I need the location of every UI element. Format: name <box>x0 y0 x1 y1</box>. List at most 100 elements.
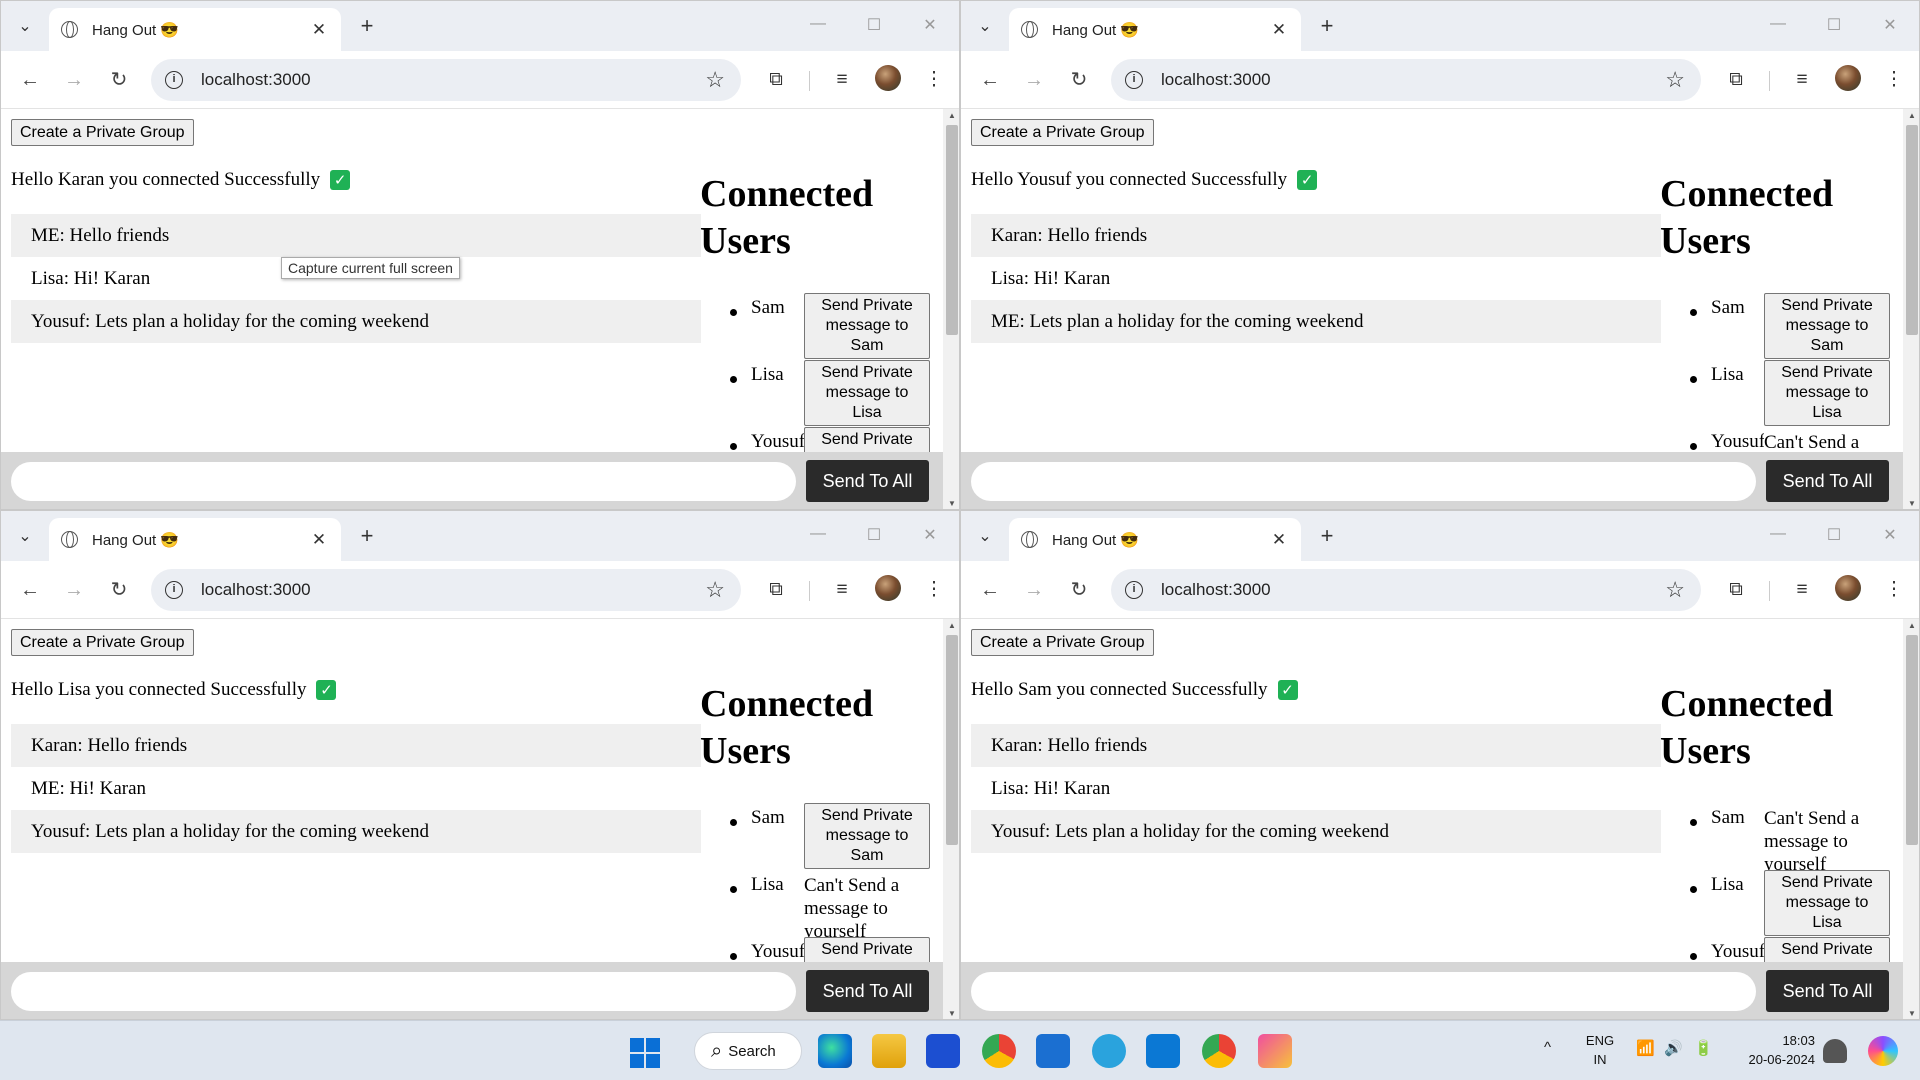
site-info-icon[interactable]: i <box>165 581 183 599</box>
tab-close-icon[interactable]: ✕ <box>1269 530 1289 550</box>
message-input[interactable] <box>971 972 1756 1011</box>
battery-icon[interactable]: 🔋 <box>1694 1039 1713 1057</box>
media-control-icon[interactable]: ≡ <box>1787 65 1817 95</box>
reload-icon[interactable]: ↻ <box>1064 65 1094 95</box>
volume-icon[interactable]: 🔊 <box>1664 1039 1683 1057</box>
maximize-icon[interactable]: ☐ <box>859 15 889 35</box>
tab-close-icon[interactable]: ✕ <box>309 530 329 550</box>
forward-icon[interactable]: → <box>1019 65 1049 95</box>
window-close-icon[interactable]: ✕ <box>915 15 945 35</box>
maximize-icon[interactable]: ☐ <box>1819 525 1849 545</box>
start-button-icon[interactable] <box>630 1038 660 1068</box>
scroll-up-arrow[interactable]: ▲ <box>1903 109 1919 123</box>
notification-bell-icon[interactable] <box>1823 1039 1847 1063</box>
extensions-icon[interactable]: ⧉ <box>761 65 791 95</box>
forward-icon[interactable]: → <box>59 65 89 95</box>
back-icon[interactable]: ← <box>15 65 45 95</box>
chrome-icon[interactable] <box>982 1034 1016 1068</box>
extensions-icon[interactable]: ⧉ <box>1721 575 1751 605</box>
create-private-group-button[interactable]: Create a Private Group <box>971 119 1154 146</box>
tab-close-icon[interactable]: ✕ <box>309 20 329 40</box>
bookmark-star-icon[interactable]: ☆ <box>1665 67 1685 93</box>
vscode-icon[interactable] <box>1146 1034 1180 1068</box>
browser-tab[interactable]: Hang Out 😎 ✕ <box>1009 8 1301 51</box>
forward-icon[interactable]: → <box>1019 575 1049 605</box>
profile-avatar[interactable] <box>875 65 901 91</box>
send-private-button[interactable]: Send Private message to Lisa <box>804 360 930 426</box>
site-info-icon[interactable]: i <box>1125 71 1143 89</box>
scrollbar-thumb[interactable] <box>1906 635 1918 845</box>
scrollbar-thumb[interactable] <box>946 125 958 335</box>
media-control-icon[interactable]: ≡ <box>827 575 857 605</box>
extensions-icon[interactable]: ⧉ <box>761 575 791 605</box>
minimize-icon[interactable]: — <box>1763 525 1793 543</box>
edge-icon[interactable] <box>818 1034 852 1068</box>
chrome-menu-icon[interactable]: ⋮ <box>919 575 949 605</box>
chrome-menu-icon[interactable]: ⋮ <box>919 65 949 95</box>
wifi-icon[interactable]: 📶 <box>1636 1039 1655 1057</box>
telegram-icon[interactable] <box>1092 1034 1126 1068</box>
scroll-up-arrow[interactable]: ▲ <box>943 619 959 633</box>
send-to-all-button[interactable]: Send To All <box>806 460 929 502</box>
send-private-button[interactable]: Send Private message to Sam <box>804 803 930 869</box>
scroll-down-arrow[interactable]: ▼ <box>1903 1007 1919 1019</box>
bookmark-star-icon[interactable]: ☆ <box>1665 577 1685 603</box>
scrollbar-thumb[interactable] <box>1906 125 1918 335</box>
reload-icon[interactable]: ↻ <box>1064 575 1094 605</box>
message-input[interactable] <box>11 972 796 1011</box>
window-close-icon[interactable]: ✕ <box>1875 525 1905 545</box>
snipping-tool-icon[interactable] <box>1258 1034 1292 1068</box>
taskbar-clock[interactable]: 18:03 20-06-2024 <box>1730 1031 1816 1069</box>
page-scrollbar[interactable]: ▲ ▼ <box>1903 619 1919 1019</box>
page-scrollbar[interactable]: ▲ ▼ <box>943 109 959 509</box>
window-close-icon[interactable]: ✕ <box>1875 15 1905 35</box>
maximize-icon[interactable]: ☐ <box>859 525 889 545</box>
page-scrollbar[interactable]: ▲ ▼ <box>943 619 959 1019</box>
chrome-menu-icon[interactable]: ⋮ <box>1879 575 1909 605</box>
tab-list-icon[interactable]: ⌄ <box>969 11 1001 41</box>
browser-tab[interactable]: Hang Out 😎 ✕ <box>49 8 341 51</box>
scroll-up-arrow[interactable]: ▲ <box>943 109 959 123</box>
url-text[interactable]: localhost:3000 <box>201 70 705 90</box>
scroll-down-arrow[interactable]: ▼ <box>943 497 959 509</box>
site-info-icon[interactable]: i <box>165 71 183 89</box>
address-bar[interactable]: i localhost:3000 ☆ <box>151 569 741 611</box>
browser-tab[interactable]: Hang Out 😎 ✕ <box>1009 518 1301 561</box>
extensions-icon[interactable]: ⧉ <box>1721 65 1751 95</box>
minimize-icon[interactable]: — <box>1763 15 1793 33</box>
profile-avatar[interactable] <box>1835 575 1861 601</box>
send-to-all-button[interactable]: Send To All <box>1766 970 1889 1012</box>
reload-icon[interactable]: ↻ <box>104 65 134 95</box>
create-private-group-button[interactable]: Create a Private Group <box>971 629 1154 656</box>
create-private-group-button[interactable]: Create a Private Group <box>11 629 194 656</box>
maximize-icon[interactable]: ☐ <box>1819 15 1849 35</box>
address-bar[interactable]: i localhost:3000 ☆ <box>151 59 741 101</box>
tab-close-icon[interactable]: ✕ <box>1269 20 1289 40</box>
new-tab-icon[interactable]: + <box>353 523 381 549</box>
bookmark-star-icon[interactable]: ☆ <box>705 577 725 603</box>
media-control-icon[interactable]: ≡ <box>827 65 857 95</box>
tab-list-icon[interactable]: ⌄ <box>9 11 41 41</box>
minimize-icon[interactable]: — <box>803 15 833 33</box>
scrollbar-thumb[interactable] <box>946 635 958 845</box>
url-text[interactable]: localhost:3000 <box>201 580 705 600</box>
send-private-button[interactable]: Send Private message to Sam <box>1764 293 1890 359</box>
taskbar-search[interactable]: ⌕ Search <box>694 1032 802 1070</box>
url-text[interactable]: localhost:3000 <box>1161 580 1665 600</box>
tab-list-icon[interactable]: ⌄ <box>9 521 41 551</box>
bookmark-star-icon[interactable]: ☆ <box>705 67 725 93</box>
message-input[interactable] <box>11 462 796 501</box>
address-bar[interactable]: i localhost:3000 ☆ <box>1111 569 1701 611</box>
send-private-button[interactable]: Send Private message to Sam <box>804 293 930 359</box>
profile-avatar[interactable] <box>875 575 901 601</box>
new-tab-icon[interactable]: + <box>353 13 381 39</box>
scroll-up-arrow[interactable]: ▲ <box>1903 619 1919 633</box>
back-icon[interactable]: ← <box>975 65 1005 95</box>
page-scrollbar[interactable]: ▲ ▼ <box>1903 109 1919 509</box>
chrome-menu-icon[interactable]: ⋮ <box>1879 65 1909 95</box>
message-input[interactable] <box>971 462 1756 501</box>
send-to-all-button[interactable]: Send To All <box>806 970 929 1012</box>
url-text[interactable]: localhost:3000 <box>1161 70 1665 90</box>
browser-tab[interactable]: Hang Out 😎 ✕ <box>49 518 341 561</box>
new-tab-icon[interactable]: + <box>1313 523 1341 549</box>
